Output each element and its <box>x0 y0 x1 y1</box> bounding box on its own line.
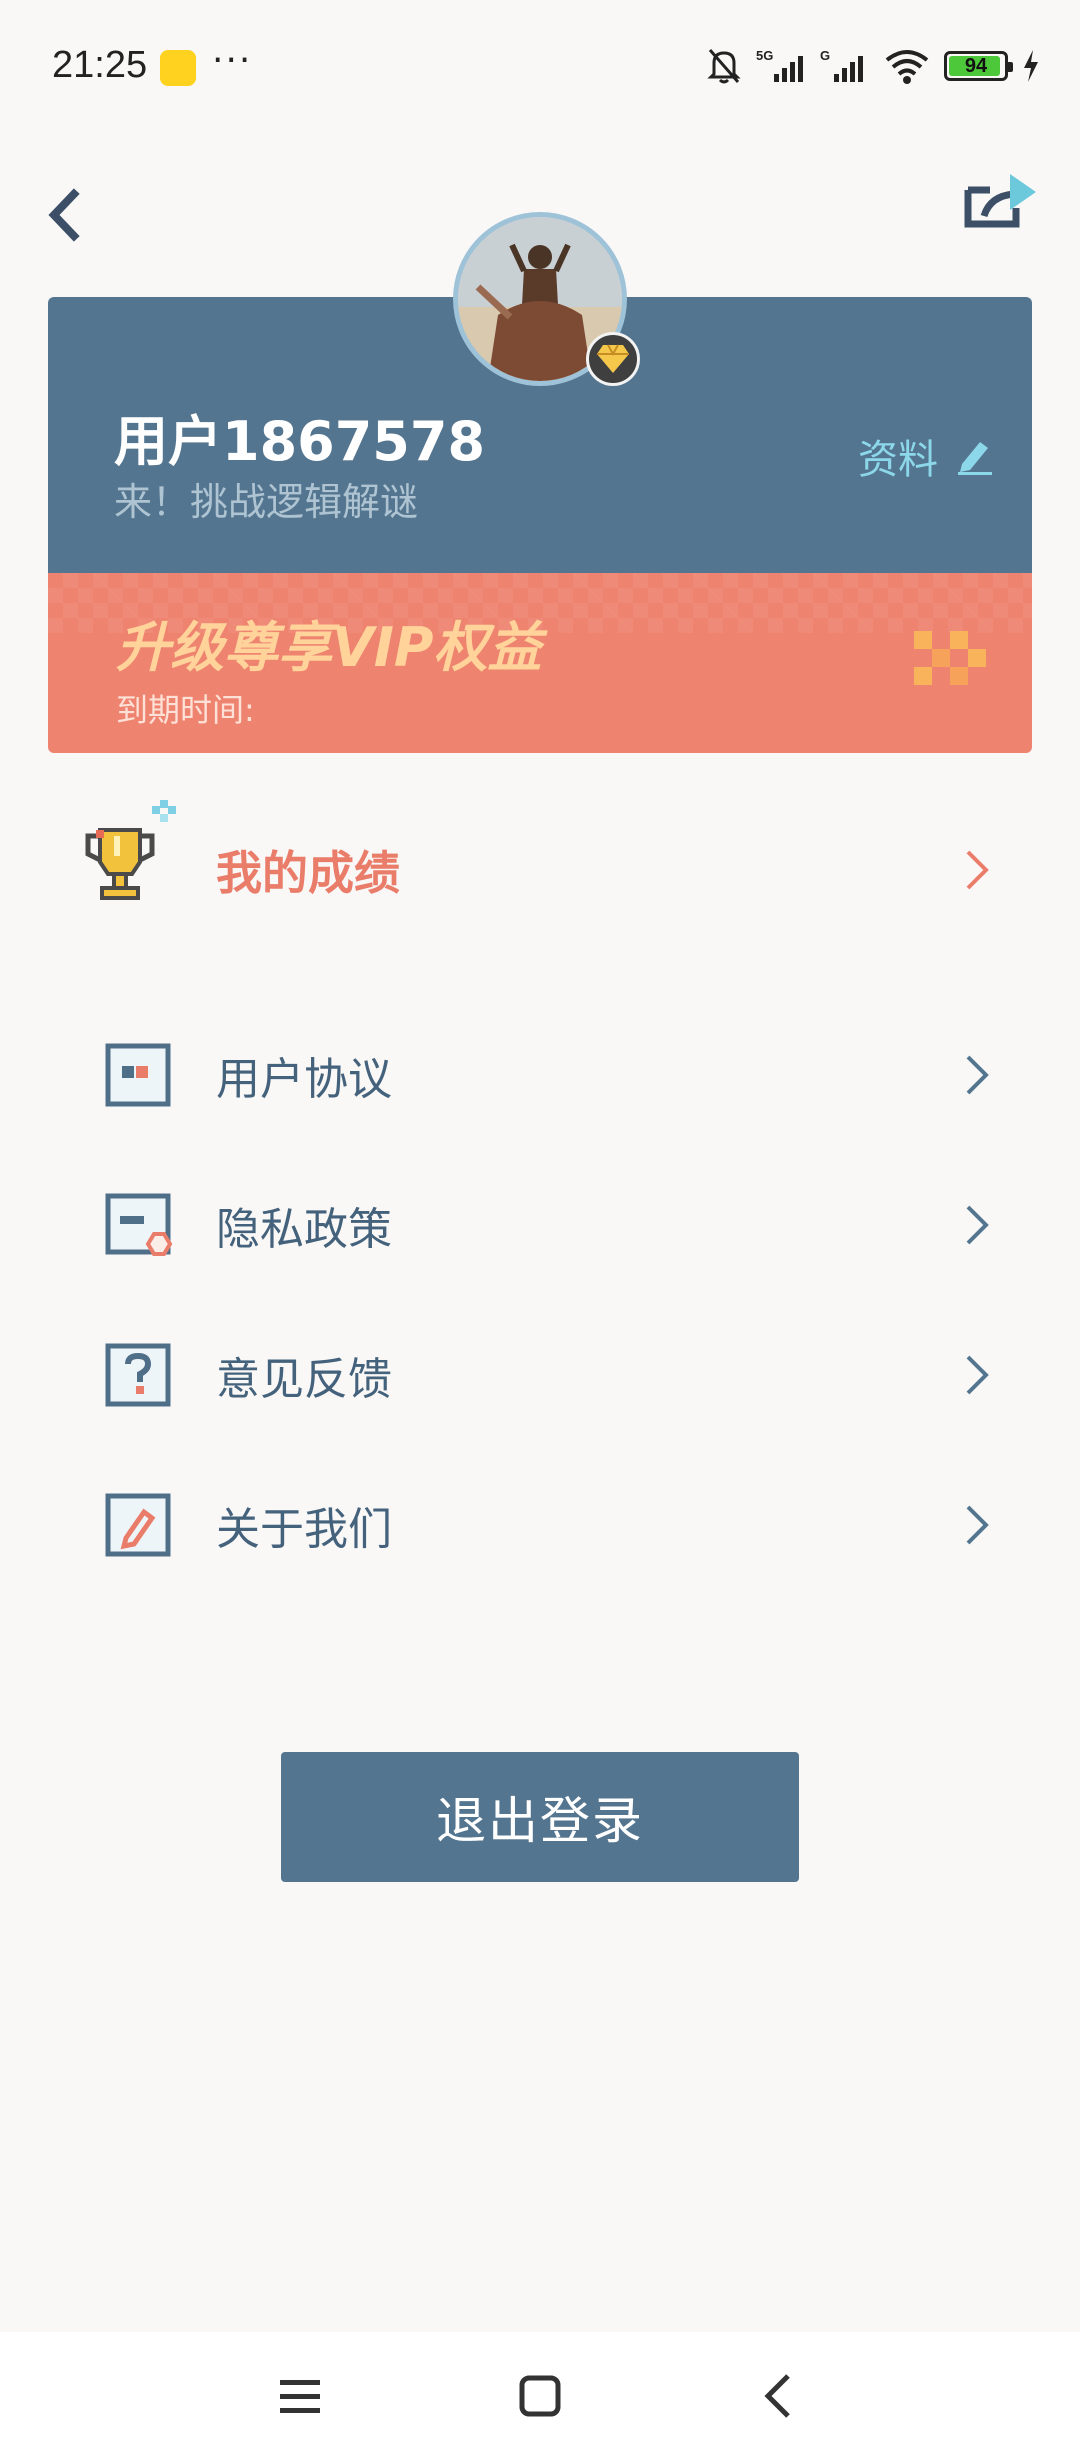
chevron-left-icon <box>48 188 80 242</box>
edit-profile-label: 资料 <box>858 437 938 483</box>
back-button[interactable] <box>40 180 96 250</box>
menu-item-feedback[interactable]: 意见反馈 <box>48 1300 1032 1450</box>
menu-item-user-agreement[interactable]: 用户协议 <box>48 1000 1032 1150</box>
battery-indicator: 94 <box>944 51 1013 81</box>
svg-text:G: G <box>820 48 830 63</box>
status-bar: 21:25 ··· 5G G 94 <box>0 0 1080 136</box>
edit-profile-link[interactable]: 资料 <box>858 427 994 485</box>
vip-banner[interactable]: 升级尊享VIP权益 到期时间: <box>48 573 1032 753</box>
share-icon <box>964 174 1036 228</box>
recent-apps-button[interactable] <box>270 2366 330 2426</box>
feedback-icon <box>105 1343 171 1407</box>
menu-icon <box>280 2380 320 2413</box>
menu-item-about-us[interactable]: 关于我们 <box>48 1450 1032 1600</box>
pencil-icon <box>958 442 992 475</box>
chevron-right-icon <box>966 1355 989 1395</box>
agreement-icon <box>105 1043 171 1107</box>
diamond-icon <box>597 344 629 373</box>
chevron-right-icon <box>966 1055 989 1095</box>
vip-pixel-icon <box>914 631 986 685</box>
status-overflow-dots: ··· <box>212 40 253 81</box>
vip-title: 升级尊享VIP权益 <box>116 616 542 679</box>
app-notification-icon <box>160 50 196 86</box>
profile-tagline: 来！挑战逻辑解谜 <box>114 480 419 524</box>
back-nav-button[interactable] <box>750 2366 810 2426</box>
cellular-g-icon: G <box>820 48 863 82</box>
battery-level: 94 <box>964 54 988 77</box>
privacy-icon <box>105 1193 173 1256</box>
charging-icon <box>1024 50 1038 82</box>
battery-nub <box>1008 62 1013 72</box>
back-arrow-icon <box>764 2374 790 2418</box>
menu-label: 隐私政策 <box>216 1204 392 1255</box>
mute-bell-icon <box>707 49 741 84</box>
status-time: 21:25 <box>52 44 148 86</box>
menu-label: 意见反馈 <box>216 1354 392 1405</box>
username: 用户1867578 <box>114 410 486 473</box>
chevron-right-icon <box>966 850 989 890</box>
trophy-icon <box>85 800 176 900</box>
home-button[interactable] <box>510 2366 570 2426</box>
my-achievements-row[interactable]: 我的成绩 <box>48 790 1032 950</box>
my-achievements-label: 我的成绩 <box>216 846 400 900</box>
avatar-badge <box>586 332 640 386</box>
cellular-5g-icon: 5G <box>756 48 803 82</box>
vip-expire-label: 到期时间: <box>116 691 255 729</box>
share-button[interactable] <box>960 168 1040 238</box>
menu-item-privacy-policy[interactable]: 隐私政策 <box>48 1150 1032 1300</box>
chevron-right-icon <box>966 1505 989 1545</box>
logout-button[interactable]: 退出登录 <box>281 1752 799 1882</box>
chevron-right-icon <box>966 1205 989 1245</box>
menu-label: 关于我们 <box>216 1504 392 1555</box>
menu-label: 用户协议 <box>216 1054 392 1105</box>
wifi-icon <box>885 50 929 84</box>
settings-menu: 用户协议 隐私政策 意见反馈 关于我们 <box>48 1000 1032 1600</box>
system-nav-bar <box>0 2332 1080 2460</box>
home-square-icon <box>519 2375 561 2417</box>
status-indicators: 5G G 94 <box>706 44 1040 88</box>
svg-text:5G: 5G <box>756 48 773 63</box>
about-icon <box>105 1493 171 1557</box>
